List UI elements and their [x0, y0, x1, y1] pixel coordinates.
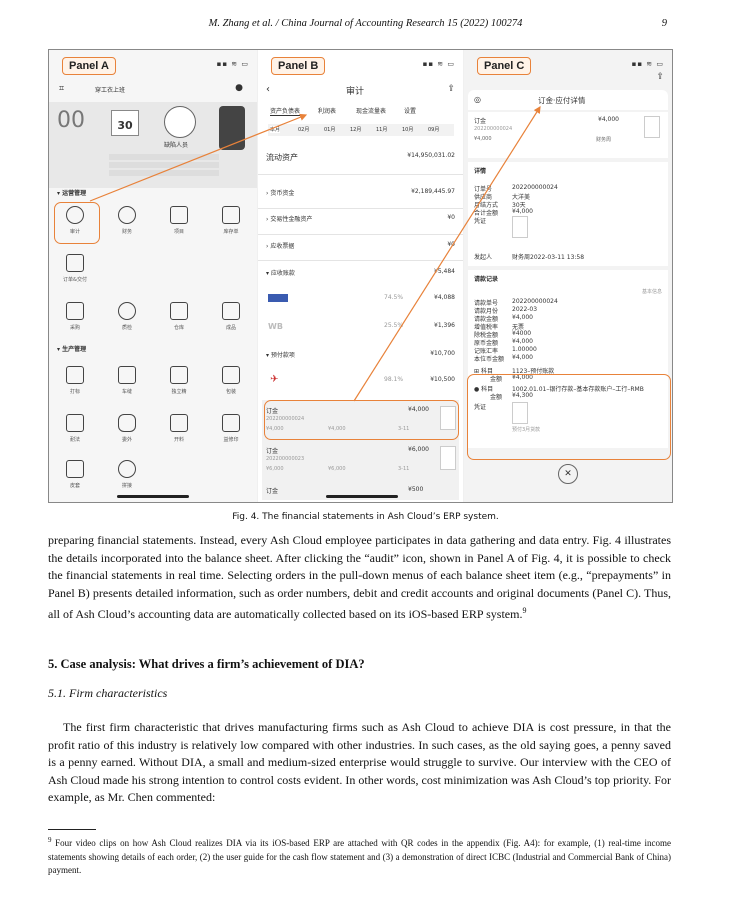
footnote: 9 Four video clips on how Ash Cloud real… [48, 836, 672, 875]
paragraph-1: preparing financial statements. Instead,… [48, 533, 671, 621]
running-title: M. Zhang et al. / China Journal of Accou… [208, 18, 523, 29]
footnote-mark: 9 [48, 836, 52, 844]
arrow-order-to-panel-c [353, 105, 541, 402]
footnote-ref[interactable]: 9 [522, 606, 526, 615]
paragraph-2: The first firm characteristic that drive… [48, 720, 671, 804]
subsection-heading: 5.1. Firm characteristics [48, 686, 168, 700]
running-header: M. Zhang et al. / China Journal of Accou… [0, 18, 731, 34]
page-number: 9 [661, 18, 667, 29]
section-heading: 5. Case analysis: What drives a firm’s a… [48, 657, 365, 671]
arrow-audit-to-panel-b [89, 113, 308, 202]
footnote-rule [48, 829, 96, 830]
figure-caption: Fig. 4. The financial statements in Ash … [232, 512, 499, 522]
figure-arrows [89, 105, 541, 402]
